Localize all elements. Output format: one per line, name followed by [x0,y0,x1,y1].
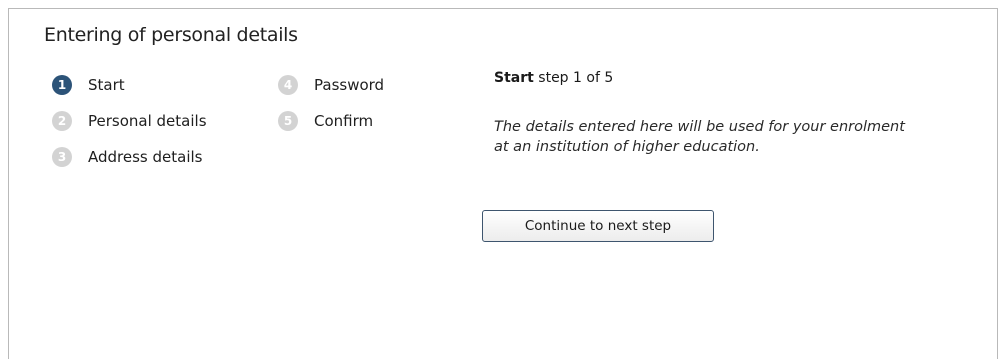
step-label: Password [314,76,385,94]
step-number-badge: 2 [52,111,72,131]
step-progress-indicator: Start step 1 of 5 [494,70,613,86]
step-number-badge: 5 [278,111,298,131]
page-title: Entering of personal details [44,24,298,46]
continue-to-next-step-button[interactable]: Continue to next step [482,210,714,242]
step-item-confirm: 5 Confirm [278,110,373,132]
step-list: 1 Start 2 Personal details 3 Address det… [52,74,452,184]
step-item-start: 1 Start [52,74,125,96]
current-step-name: Start [494,70,534,86]
step-item-password: 4 Password [278,74,384,96]
step-number-badge: 4 [278,75,298,95]
step-item-personal-details: 2 Personal details [52,110,207,132]
step-number-badge: 1 [52,75,72,95]
step-progress-text: step 1 of 5 [538,70,614,86]
step-label: Start [88,76,125,94]
step-item-address-details: 3 Address details [52,146,202,168]
step-number-badge: 3 [52,147,72,167]
step-description: The details entered here will be used fo… [494,119,905,155]
step-label: Personal details [88,112,207,130]
step-label: Address details [88,148,203,166]
step-label: Confirm [314,112,374,130]
